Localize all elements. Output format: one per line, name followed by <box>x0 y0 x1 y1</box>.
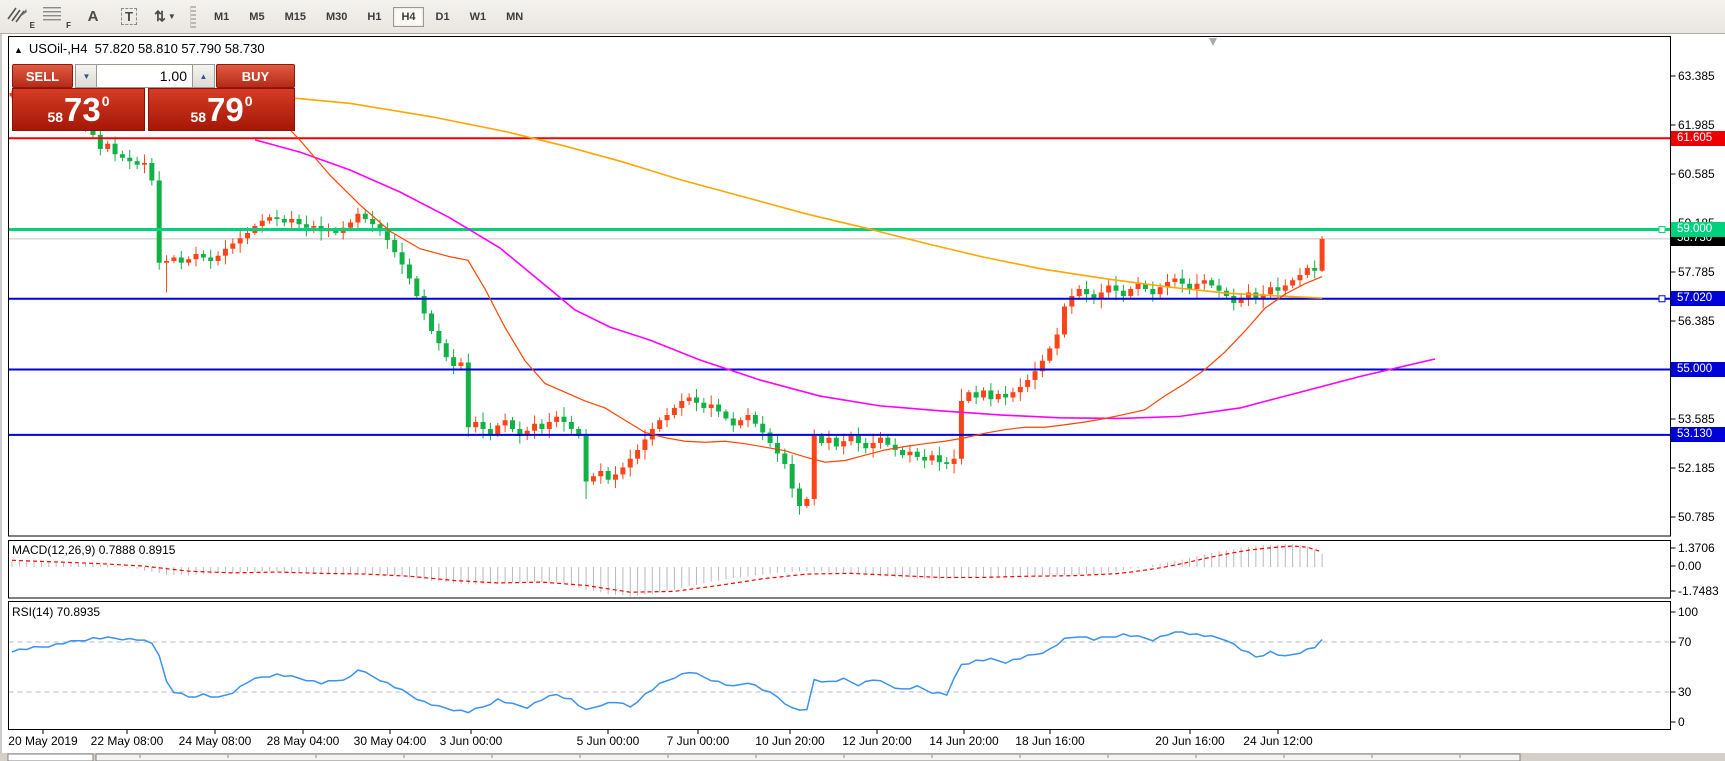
price-tick-label: 63.385 <box>1678 69 1715 83</box>
toolbar: E F A T ⇅ ▼ M1 M5 M15 M30 H1 H4 D1 <box>0 0 1725 34</box>
panel-background <box>9 602 1671 730</box>
volume-increase-button[interactable]: ▲ <box>192 64 215 88</box>
tf-button-m30[interactable]: M30 <box>318 7 355 27</box>
time-label: 3 Jun 00:00 <box>440 734 503 748</box>
tf-button-d1[interactable]: D1 <box>428 7 458 27</box>
time-label: 20 May 2019 <box>8 734 77 748</box>
buy-price-small: 58 <box>190 109 206 125</box>
price-badge-61.605: 61.605 <box>1671 131 1725 146</box>
rsi-label: RSI(14) 70.8935 <box>12 605 100 619</box>
sell-button[interactable]: SELL <box>12 64 73 88</box>
volume-decrease-button[interactable]: ▼ <box>75 64 98 88</box>
indicator-scale-label: 0 <box>1678 715 1685 729</box>
price-badge-53.130: 53.130 <box>1671 427 1725 442</box>
crosshair-draw-icon[interactable]: E <box>6 5 36 29</box>
indicator-scale-label: 0.00 <box>1678 559 1701 573</box>
fibonacci-grid-icon[interactable]: F <box>42 5 72 29</box>
indicator-scale-label: 100 <box>1678 605 1698 619</box>
time-label: 20 Jun 16:00 <box>1155 734 1224 748</box>
indicator-scale-label: 1.3706 <box>1678 541 1715 555</box>
tf-button-m15[interactable]: M15 <box>277 7 314 27</box>
text-annotation-icon[interactable]: A <box>78 5 108 29</box>
arrow-style-icon[interactable]: ⇅ ▼ <box>150 5 180 29</box>
sell-price-sup: 0 <box>102 93 110 109</box>
indicator-scale-label: 30 <box>1678 685 1691 699</box>
price-tick-label: 53.585 <box>1678 412 1715 426</box>
toolbar-grip[interactable] <box>190 6 196 28</box>
volume-input[interactable] <box>96 64 194 88</box>
collapse-triangle-icon[interactable]: ▲ <box>14 45 23 55</box>
icon-sub-label: E <box>30 21 35 30</box>
time-label: 22 May 08:00 <box>91 734 164 748</box>
time-label: 24 Jun 12:00 <box>1243 734 1312 748</box>
price-tick-label: 52.185 <box>1678 461 1715 475</box>
time-label: 30 May 04:00 <box>354 734 427 748</box>
sell-price-big: 73 <box>64 93 101 126</box>
dropdown-caret-icon: ▼ <box>168 12 176 21</box>
buy-price-big: 79 <box>207 93 244 126</box>
symbol-header: ▲ USOil-,H4 57.820 58.810 57.790 58.730 <box>14 41 265 56</box>
time-label: 5 Jun 00:00 <box>577 734 640 748</box>
buy-price-sup: 0 <box>245 93 253 109</box>
macd-label: MACD(12,26,9) 0.7888 0.8915 <box>12 543 175 557</box>
symbol-label: USOil-,H4 <box>29 41 88 56</box>
tf-button-m1[interactable]: M1 <box>206 7 237 27</box>
panel-background <box>9 541 1671 599</box>
indicator-scale-label: -1.7483 <box>1678 584 1719 598</box>
chart-tab-stub[interactable] <box>8 754 93 761</box>
price-badge-57.020: 57.020 <box>1671 291 1725 306</box>
price-badge-55.000: 55.000 <box>1671 362 1725 377</box>
time-label: 12 Jun 20:00 <box>842 734 911 748</box>
time-label: 18 Jun 16:00 <box>1015 734 1084 748</box>
buy-button[interactable]: BUY <box>216 64 295 88</box>
tf-button-w1[interactable]: W1 <box>462 7 495 27</box>
time-label: 14 Jun 20:00 <box>929 734 998 748</box>
tab-bar-stub[interactable] <box>96 754 1520 761</box>
tf-button-mn[interactable]: MN <box>498 7 531 27</box>
time-label: 10 Jun 20:00 <box>755 734 824 748</box>
one-click-trade-panel: SELL ▼ ▲ BUY 58 73 0 58 79 0 <box>12 64 293 129</box>
price-badge-59.000: 59.000 <box>1671 222 1725 237</box>
tf-button-m5[interactable]: M5 <box>241 7 272 27</box>
mt4-window: { "toolbar": { "icons": [ {"id": "crossh… <box>0 0 1725 761</box>
price-axis: 63.38561.98560.58559.18557.78556.38553.5… <box>1671 0 1725 761</box>
price-tick-label: 50.785 <box>1678 510 1715 524</box>
indicator-scale-label: 70 <box>1678 635 1691 649</box>
time-axis: 20 May 2019 22 May 08:00 24 May 08:00 28 Ma… <box>0 731 1725 753</box>
ohlc-readout: 57.820 58.810 57.790 58.730 <box>95 41 265 56</box>
tf-button-h1[interactable]: H1 <box>359 7 389 27</box>
time-label: 7 Jun 00:00 <box>667 734 730 748</box>
price-tick-label: 57.785 <box>1678 265 1715 279</box>
sell-price-small: 58 <box>47 109 63 125</box>
price-tick-label: 56.385 <box>1678 314 1715 328</box>
sell-price-display[interactable]: 58 73 0 <box>12 88 145 131</box>
text-box-icon[interactable]: T <box>114 5 144 29</box>
tf-button-h4-active[interactable]: H4 <box>393 7 423 27</box>
buy-price-display[interactable]: 58 79 0 <box>148 88 295 131</box>
time-label: 24 May 08:00 <box>179 734 252 748</box>
time-label: 28 May 04:00 <box>267 734 340 748</box>
price-tick-label: 60.585 <box>1678 167 1715 181</box>
icon-sub-label: F <box>66 21 71 30</box>
